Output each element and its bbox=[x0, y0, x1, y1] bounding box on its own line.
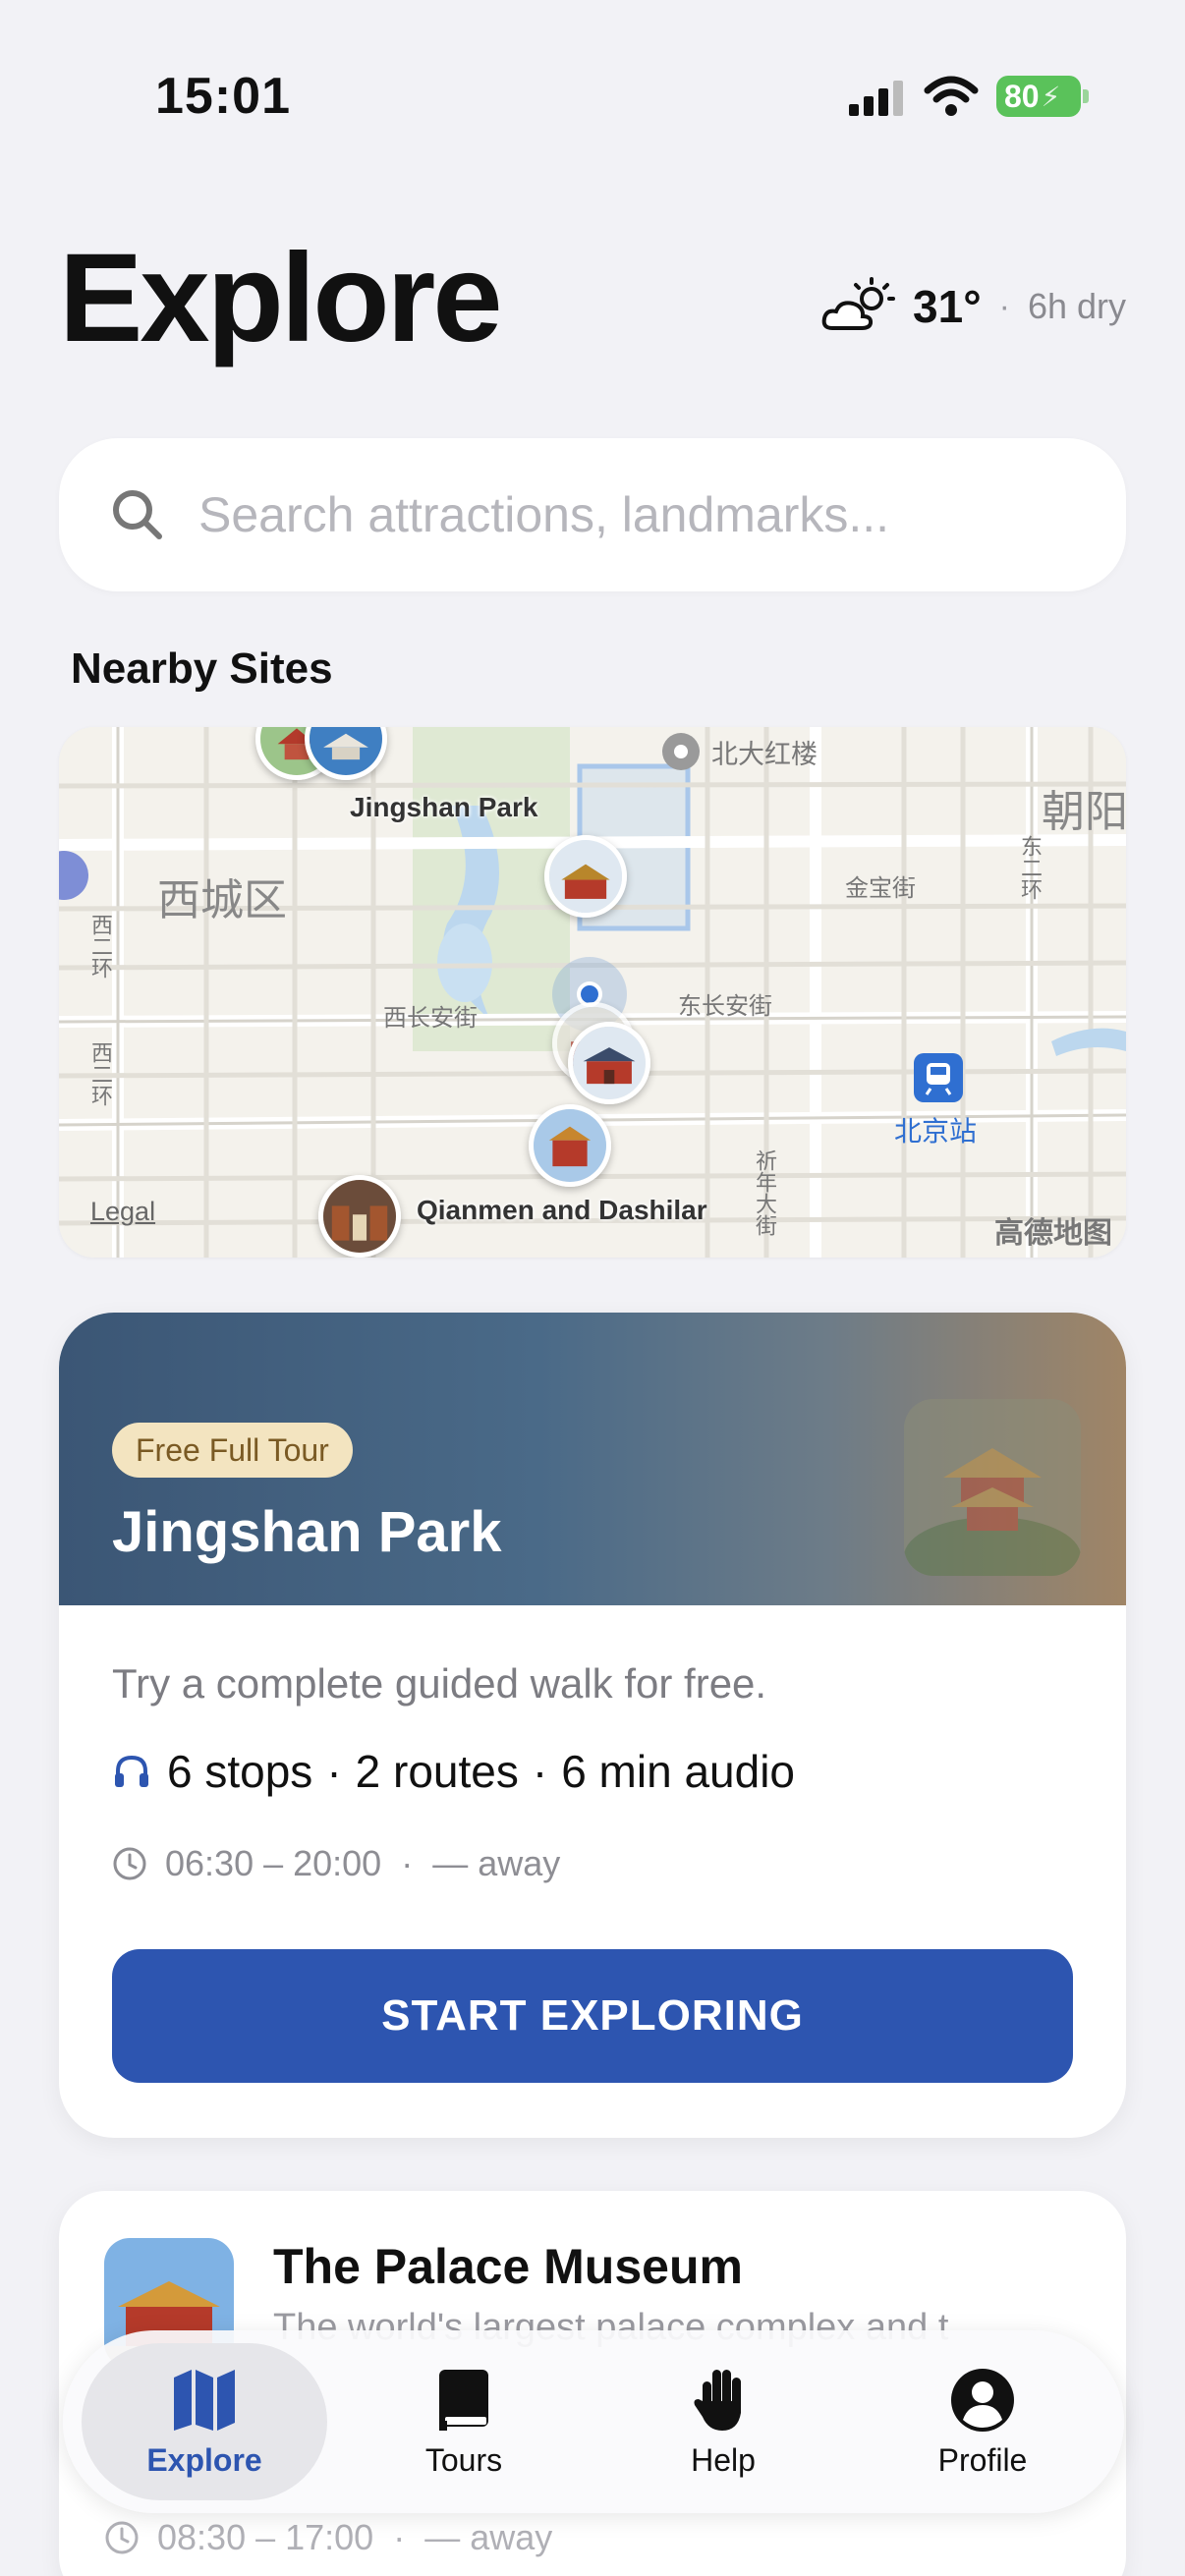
map-icon bbox=[174, 2369, 235, 2431]
site-pin-qianmen[interactable] bbox=[318, 1175, 401, 1258]
map-label-xierhuan-1: 西二环 bbox=[88, 914, 113, 979]
featured-tour-card[interactable]: Free Full Tour Jingshan Park Try a compl… bbox=[59, 1313, 1126, 2138]
charging-bolt-icon: ⚡ bbox=[1041, 81, 1061, 112]
headphones-icon bbox=[115, 1755, 148, 1787]
landmark-marker-icon bbox=[662, 733, 700, 770]
partly-cloudy-icon bbox=[821, 277, 896, 330]
map-label-xicheng: 西城区 bbox=[157, 876, 287, 924]
tab-label: Explore bbox=[146, 2441, 262, 2478]
map-attribution: 高德地图 bbox=[994, 1217, 1112, 1250]
clock-icon bbox=[113, 1847, 146, 1880]
site-distance: — away bbox=[424, 2517, 553, 2557]
featured-title: Jingshan Park bbox=[112, 1500, 502, 1564]
routes-count: 2 routes bbox=[355, 1746, 519, 1797]
site-pin-zhengyangmen[interactable] bbox=[529, 1104, 611, 1187]
opening-hours: 06:30 – 20:00 bbox=[165, 1843, 382, 1883]
temperature: 31° bbox=[913, 281, 982, 332]
stops-count: 6 stops bbox=[167, 1746, 313, 1797]
audio-duration: 6 min audio bbox=[561, 1746, 796, 1797]
cellular-signal-icon bbox=[849, 81, 903, 116]
hours-separator: · bbox=[393, 2517, 406, 2557]
distance: — away bbox=[432, 1843, 561, 1883]
wifi-icon bbox=[924, 76, 979, 116]
tab-explore[interactable]: Explore bbox=[82, 2343, 327, 2500]
tab-help[interactable]: Help bbox=[600, 2343, 846, 2500]
map-legal-link[interactable]: Legal bbox=[90, 1197, 155, 1227]
map-label-dongerhuan: 东二环 bbox=[1018, 835, 1043, 900]
battery-cap bbox=[1083, 89, 1089, 103]
featured-hours-row: 06:30 – 20:00 · — away bbox=[112, 1843, 560, 1884]
tab-label: Tours bbox=[424, 2441, 503, 2478]
book-icon bbox=[439, 2369, 488, 2431]
map-place-qianmen[interactable]: Qianmen and Dashilar bbox=[417, 1195, 707, 1226]
map-label-beijing-station: 北京站 bbox=[894, 1116, 978, 1147]
featured-hero: Free Full Tour Jingshan Park bbox=[59, 1313, 1126, 1605]
map-label-qinian: 祈年大街 bbox=[753, 1149, 777, 1236]
hand-icon bbox=[694, 2369, 741, 2431]
site-opening-hours: 08:30 – 17:00 bbox=[157, 2517, 374, 2557]
stats-separator: · bbox=[326, 1746, 342, 1797]
map-label-beida: 北大红楼 bbox=[711, 740, 818, 769]
pavilion-icon bbox=[904, 1399, 1081, 1576]
clock-icon bbox=[105, 2521, 139, 2554]
free-tour-badge: Free Full Tour bbox=[112, 1423, 353, 1478]
battery-indicator: 80 ⚡ bbox=[996, 76, 1081, 117]
street-icon bbox=[323, 1180, 396, 1253]
weather-separator: · bbox=[998, 287, 1010, 325]
battery-level: 80 bbox=[1004, 78, 1040, 114]
search-icon bbox=[113, 490, 162, 539]
map-label-jinbao: 金宝街 bbox=[845, 875, 916, 902]
search-input[interactable] bbox=[198, 486, 1063, 543]
weather-widget: 31° · 6h dry bbox=[818, 277, 1126, 336]
site-pin-tiananmen[interactable] bbox=[568, 1022, 650, 1104]
tab-label: Profile bbox=[937, 2441, 1028, 2478]
tab-profile[interactable]: Profile bbox=[860, 2343, 1105, 2500]
stats-separator: · bbox=[532, 1746, 548, 1797]
featured-description: Try a complete guided walk for free. bbox=[112, 1660, 767, 1707]
map-label-xierhuan-2: 西二环 bbox=[88, 1041, 113, 1106]
start-exploring-button[interactable]: START EXPLORING bbox=[112, 1949, 1073, 2083]
profile-icon bbox=[951, 2368, 1014, 2432]
nearby-sites-title: Nearby Sites bbox=[71, 644, 333, 693]
map-label-dongchangan: 东长安街 bbox=[678, 993, 772, 1020]
site-hours-row: 08:30 – 17:00 · — away bbox=[104, 2517, 552, 2558]
site-title: The Palace Museum bbox=[273, 2239, 743, 2294]
featured-stats: 6 stops · 2 routes · 6 min audio bbox=[112, 1745, 795, 1798]
gate-tower-icon bbox=[534, 1109, 606, 1182]
nearby-map[interactable]: 西城区 朝阳 北大红楼 金宝街 西长安街 东长安街 北京站 西二环 西二环 东二… bbox=[59, 727, 1126, 1258]
map-place-jingshan[interactable]: Jingshan Park bbox=[350, 792, 537, 823]
tab-label: Help bbox=[691, 2441, 756, 2478]
train-station-icon[interactable] bbox=[914, 1053, 963, 1102]
status-time: 15:01 bbox=[155, 68, 291, 125]
site-pin-forbidden-city[interactable] bbox=[544, 835, 627, 918]
weather-note: 6h dry bbox=[1027, 286, 1126, 326]
search-bar[interactable] bbox=[59, 438, 1126, 591]
status-bar: 15:01 80 ⚡ bbox=[0, 0, 1185, 147]
map-label-chaoyang: 朝阳 bbox=[1042, 788, 1126, 836]
hours-separator: · bbox=[401, 1843, 414, 1883]
gate-icon bbox=[573, 1027, 646, 1099]
temple-icon bbox=[310, 727, 382, 775]
palace-icon bbox=[549, 840, 622, 913]
featured-thumbnail bbox=[904, 1399, 1081, 1576]
tab-bar: Explore Tours Help Profile bbox=[63, 2330, 1124, 2513]
page-title: Explore bbox=[59, 228, 502, 368]
map-label-xichangan: 西长安街 bbox=[383, 1005, 478, 1032]
tab-tours[interactable]: Tours bbox=[341, 2343, 587, 2500]
